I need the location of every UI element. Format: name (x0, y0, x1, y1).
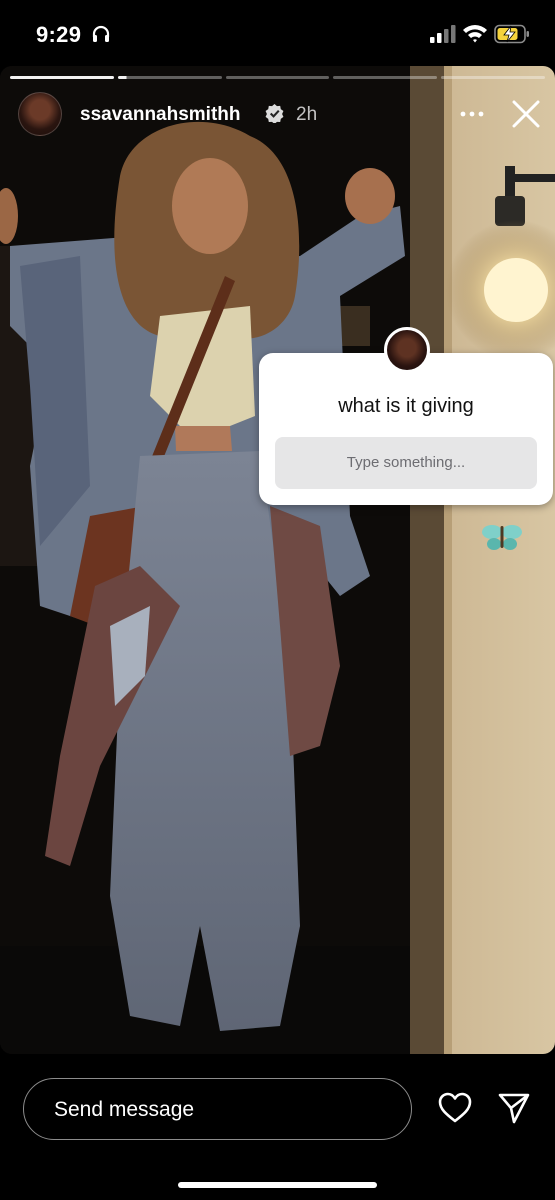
author-avatar[interactable] (18, 92, 62, 136)
heart-icon[interactable] (438, 1092, 472, 1124)
progress-segment (225, 76, 330, 79)
close-icon[interactable] (510, 98, 542, 130)
author-username[interactable]: ssavannahsmithh (80, 104, 241, 126)
story-progress-bar (10, 76, 545, 79)
wifi-icon (463, 25, 487, 43)
send-message-placeholder: Send message (54, 1098, 195, 1121)
verified-badge-icon (265, 104, 284, 123)
home-indicator (178, 1182, 377, 1188)
story-photo (0, 66, 555, 1054)
story-age: 2h (296, 104, 318, 125)
headphones-icon (92, 25, 110, 42)
question-sticker[interactable]: what is it giving Type something... (259, 327, 553, 505)
story-viewer[interactable]: ssavannahsmithh 2h what is it giving Typ… (0, 66, 555, 1054)
question-answer-input[interactable]: Type something... (275, 437, 537, 489)
question-text: what is it giving (338, 395, 474, 417)
progress-segment (10, 76, 114, 79)
cellular-signal-icon (430, 25, 456, 43)
question-avatar (384, 327, 430, 373)
status-time: 9:29 (36, 22, 82, 47)
send-message-input[interactable]: Send message (23, 1078, 412, 1140)
more-horizontal-icon[interactable] (458, 102, 486, 126)
battery-charging-icon (494, 24, 529, 44)
story-header: ssavannahsmithh 2h (18, 92, 541, 138)
progress-segment (333, 76, 438, 79)
progress-segment-current (117, 76, 222, 79)
progress-segment (441, 76, 545, 79)
send-icon[interactable] (497, 1092, 531, 1124)
status-bar: 9:29 (0, 0, 555, 66)
story-reply-bar: Send message (0, 1054, 555, 1200)
